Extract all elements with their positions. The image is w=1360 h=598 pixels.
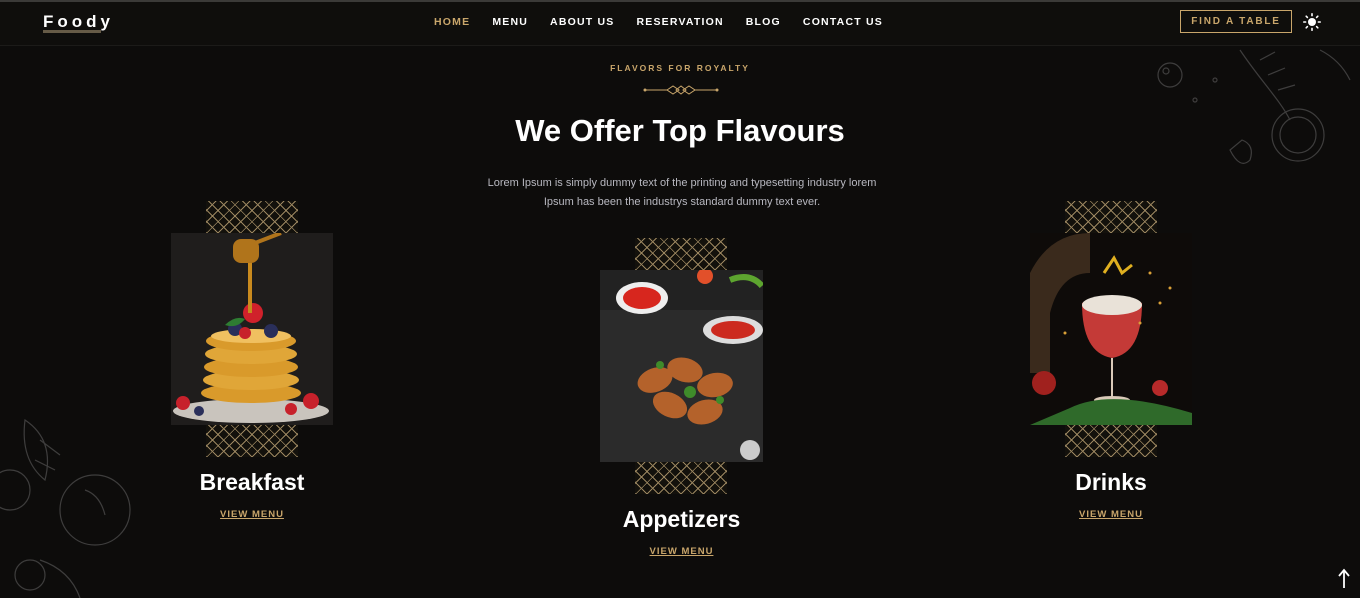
pattern-bottom-drinks [1065, 425, 1157, 457]
appetizers-image[interactable] [600, 270, 763, 462]
nav-menu[interactable]: MENU [492, 16, 528, 28]
card-title-drinks: Drinks [1075, 469, 1147, 495]
card-title-appetizers: Appetizers [622, 506, 741, 532]
drinks-image[interactable] [1030, 233, 1192, 425]
view-menu-drinks-link[interactable]: VIEW MENU [1030, 509, 1192, 520]
main-nav: HOME MENU ABOUT US RESERVATION BLOG CONT… [434, 16, 905, 28]
pattern-top-breakfast [206, 201, 298, 233]
pattern-bottom-appetizers [635, 462, 727, 494]
card-title-breakfast: Breakfast [199, 469, 305, 495]
sun-icon[interactable] [1303, 13, 1321, 31]
pattern-bottom-breakfast [206, 425, 298, 457]
nav-contact-us[interactable]: CONTACT US [803, 16, 883, 28]
view-menu-breakfast-link[interactable]: VIEW MENU [171, 509, 333, 520]
nav-home[interactable]: HOME [434, 16, 470, 28]
site-logo[interactable]: Foody [43, 12, 114, 32]
nav-about-us[interactable]: ABOUT US [550, 16, 614, 28]
logo-underline [43, 30, 101, 33]
nav-blog[interactable]: BLOG [746, 16, 781, 28]
section-title: We Offer Top Flavours [515, 113, 845, 148]
breakfast-image[interactable] [171, 233, 333, 425]
nav-reservation[interactable]: RESERVATION [636, 16, 723, 28]
view-menu-appetizers-link[interactable]: VIEW MENU [600, 546, 763, 557]
section-kicker: FLAVORS FOR ROYALTY [610, 63, 750, 73]
find-a-table-button[interactable]: FIND A TABLE [1180, 10, 1292, 33]
food-sketch-bottom-left [0, 418, 131, 598]
section-description: Lorem Ipsum is simply dummy text of the … [480, 174, 884, 212]
pattern-top-drinks [1065, 201, 1157, 233]
pattern-top-appetizers [635, 238, 727, 270]
description-line-1: Lorem Ipsum is simply dummy text of the … [487, 177, 877, 189]
description-line-2: Ipsum has been the industrys standard du… [543, 196, 821, 208]
ornament-divider [643, 85, 719, 95]
arrow-up-icon[interactable] [1336, 568, 1352, 590]
